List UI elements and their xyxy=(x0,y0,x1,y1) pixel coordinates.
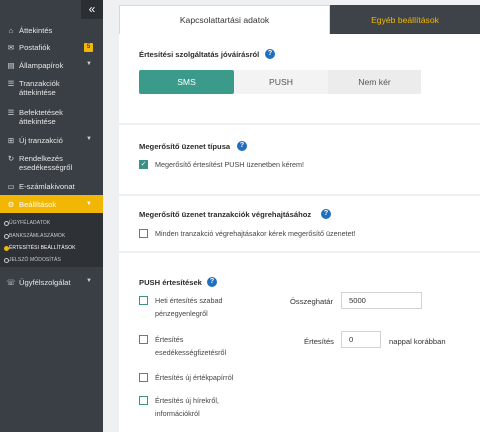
checkbox-label: Értesítés új értékpapírról xyxy=(155,373,234,382)
chart-icon: ▤ xyxy=(7,61,15,70)
push-confirmation-checkbox[interactable]: ✓ xyxy=(139,160,148,169)
collapse-sidebar-button[interactable]: « xyxy=(81,0,103,19)
list-icon: ☰ xyxy=(7,79,15,88)
section-title: Értesítési szolgáltatás jóváírásról xyxy=(139,50,260,59)
submenu-notification-settings[interactable]: ÉRTESÍTÉSI BEÁLLÍTÁSOK xyxy=(4,245,76,251)
checkbox-label: Értesítés új hírekről, információkról xyxy=(155,396,219,418)
cart-icon: ⊞ xyxy=(7,136,15,145)
submenu-customer-data[interactable]: ÜGYFÉLADATOK xyxy=(3,220,50,226)
sidebar-item-customer-service[interactable]: ☏ Ügyfélszolgálat ▼ xyxy=(0,278,103,287)
sidebar-item-label: E-számlakivonat xyxy=(19,182,75,191)
sidebar-item-investments[interactable]: ☰ Befektetések áttekintése xyxy=(0,108,103,126)
push-notifications-card: PUSH értesítések ? Heti értesítés szabad… xyxy=(119,253,480,432)
chevron-down-icon: ▼ xyxy=(86,201,92,207)
gear-icon: ⚙ xyxy=(7,199,15,209)
sidebar-item-mailbox[interactable]: ✉ Postafiók 5 xyxy=(0,43,103,52)
sidebar-item-label: Befektetések áttekintése xyxy=(19,108,63,126)
threshold-label: Összeghatár xyxy=(290,297,334,306)
sidebar-item-label: Postafiók xyxy=(19,43,51,52)
weekly-balance-checkbox[interactable] xyxy=(139,296,148,305)
document-icon: ▭ xyxy=(7,182,15,191)
option-sms-button[interactable]: SMS xyxy=(139,70,234,94)
main-content: Kapcsolattartási adatok Egyéb beállításo… xyxy=(103,0,480,432)
sidebar-item-transactions[interactable]: ☰ Tranzakciók áttekintése xyxy=(0,79,103,97)
sidebar-item-label: Új tranzakció xyxy=(19,136,63,145)
sidebar-item-label: Állampapírok xyxy=(19,61,64,70)
help-icon[interactable]: ? xyxy=(265,49,275,59)
notify-days-label: Értesítés xyxy=(304,337,334,346)
checkbox-label: Heti értesítés szabad pénzegyenlegről xyxy=(155,296,223,318)
option-push-button[interactable]: PUSH xyxy=(234,70,328,94)
sidebar-item-government-securities[interactable]: ▤ Állampapírok ▼ xyxy=(0,61,103,70)
section-title: Megerősítő üzenet tranzakciók végrehajtá… xyxy=(139,210,312,219)
tab-bar: Kapcsolattartási adatok Egyéb beállításo… xyxy=(119,5,480,34)
help-icon[interactable]: ? xyxy=(207,277,217,287)
sidebar-item-label: Beállítások xyxy=(19,199,57,209)
sidebar-item-label: Rendelkezés esedékességről xyxy=(19,154,73,172)
sidebar-item-due-settings[interactable]: ↻ Rendelkezés esedékességről xyxy=(0,154,103,172)
confirmation-type-card: Megerősítő üzenet típusa ? ✓ Megerősítő … xyxy=(119,125,480,194)
sidebar-item-label: Tranzakciók áttekintése xyxy=(19,79,60,97)
transaction-confirmation-card: Megerősítő üzenet tranzakciók végrehajtá… xyxy=(119,196,480,251)
chevron-down-icon: ▼ xyxy=(86,136,92,142)
sidebar: « ⌂ Áttekintés ✉ Postafiók 5 ▤ Állampapí… xyxy=(0,0,103,432)
tab-other-settings[interactable]: Egyéb beállítások xyxy=(330,5,480,34)
sidebar-item-label: Áttekintés xyxy=(19,26,53,35)
submenu-bank-accounts[interactable]: BANKSZÁMLASZÁMOK xyxy=(3,233,65,239)
section-title: Megerősítő üzenet típusa xyxy=(139,142,231,151)
days-before-label: nappal korábban xyxy=(389,337,446,346)
checkbox-label: Értesítés esedékességfizetésről xyxy=(155,335,227,357)
chevron-down-icon: ▼ xyxy=(86,61,92,67)
sidebar-item-label: Ügyfélszolgálat xyxy=(19,278,71,287)
help-icon[interactable]: ? xyxy=(237,141,247,151)
refresh-icon: ↻ xyxy=(7,154,15,163)
transaction-confirmation-checkbox[interactable] xyxy=(139,229,148,238)
settings-submenu: ÜGYFÉLADATOK BANKSZÁMLASZÁMOK ÉRTESÍTÉSI… xyxy=(0,213,103,267)
section-title: PUSH értesítések xyxy=(139,278,202,287)
news-checkbox[interactable] xyxy=(139,396,148,405)
chat-icon: ☏ xyxy=(6,278,16,287)
home-icon: ⌂ xyxy=(8,26,14,35)
sidebar-item-new-transaction[interactable]: ⊞ Új tranzakció ▼ xyxy=(0,136,103,145)
help-icon[interactable]: ? xyxy=(321,209,331,219)
list-icon: ☰ xyxy=(7,108,15,117)
envelope-icon: ✉ xyxy=(7,43,15,52)
chevron-down-icon: ▼ xyxy=(86,278,92,284)
sidebar-item-settings[interactable]: ⚙ Beállítások ▼ xyxy=(0,195,103,213)
unread-badge: 5 xyxy=(84,43,93,52)
notification-service-card: Értesítési szolgáltatás jóváírásról ? SM… xyxy=(119,34,480,123)
sidebar-item-overview[interactable]: ⌂ Áttekintés xyxy=(0,26,103,35)
notify-days-input[interactable]: 0 xyxy=(341,331,381,348)
option-none-button[interactable]: Nem kér xyxy=(328,70,421,94)
checkbox-label: Megerősítő értesítést PUSH üzenetben kér… xyxy=(155,160,305,169)
service-selector: SMS PUSH Nem kér xyxy=(139,70,421,94)
due-payment-checkbox[interactable] xyxy=(139,335,148,344)
threshold-input[interactable]: 5000 xyxy=(341,292,422,309)
sidebar-item-e-statement[interactable]: ▭ E-számlakivonat xyxy=(0,182,103,191)
checkbox-label: Minden tranzakció végrehajtásakor kérek … xyxy=(155,229,356,238)
new-securities-checkbox[interactable] xyxy=(139,373,148,382)
tab-contact-details[interactable]: Kapcsolattartási adatok xyxy=(119,5,330,34)
submenu-password-change[interactable]: JELSZÓ MÓDOSÍTÁS xyxy=(4,257,61,263)
